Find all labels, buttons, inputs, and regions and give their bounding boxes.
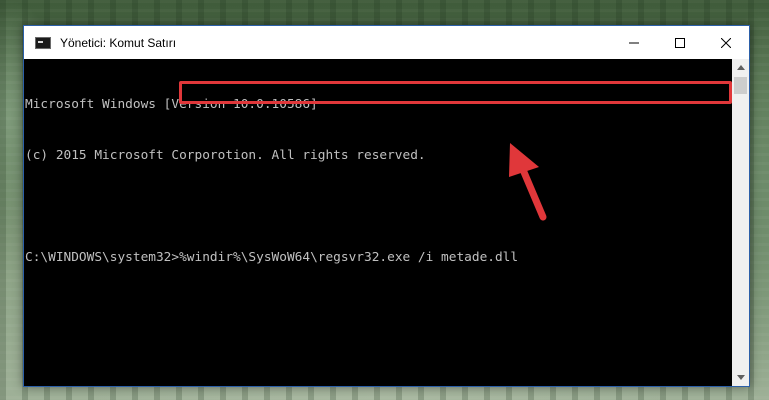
console-line: (c) 2015 Microsoft Corporotion. All righ… [25, 148, 426, 163]
console-line: Microsoft Windows [Version 10.0.10586] [25, 97, 318, 112]
window-controls [611, 26, 749, 59]
cmd-icon [35, 36, 51, 49]
console-output[interactable]: Microsoft Windows [Version 10.0.10586] (… [24, 59, 732, 386]
scroll-up-button[interactable] [732, 59, 749, 76]
chevron-up-icon [736, 65, 745, 70]
scroll-thumb[interactable] [734, 77, 747, 94]
maximize-button[interactable] [657, 26, 703, 59]
scroll-down-button[interactable] [732, 369, 749, 386]
maximize-icon [675, 37, 685, 48]
title-bar[interactable]: Yönetici: Komut Satırı [24, 26, 749, 59]
red-arrow-icon [509, 143, 547, 221]
command-text: %windir%\SysWoW64\regsvr32.exe /i metade… [179, 250, 519, 265]
close-icon [721, 37, 731, 48]
command-prompt-window: Yönetici: Komut Satırı Microsoft Windows… [23, 25, 750, 387]
prompt: C:\WINDOWS\system32> [25, 250, 180, 265]
minimize-button[interactable] [611, 26, 657, 59]
chevron-down-icon [736, 375, 745, 380]
vertical-scrollbar[interactable] [732, 59, 749, 386]
minimize-icon [629, 42, 639, 43]
window-title: Yönetici: Komut Satırı [60, 35, 177, 50]
command-line: C:\WINDOWS\system32>%windir%\SysWoW64\re… [25, 249, 732, 266]
close-button[interactable] [703, 26, 749, 59]
